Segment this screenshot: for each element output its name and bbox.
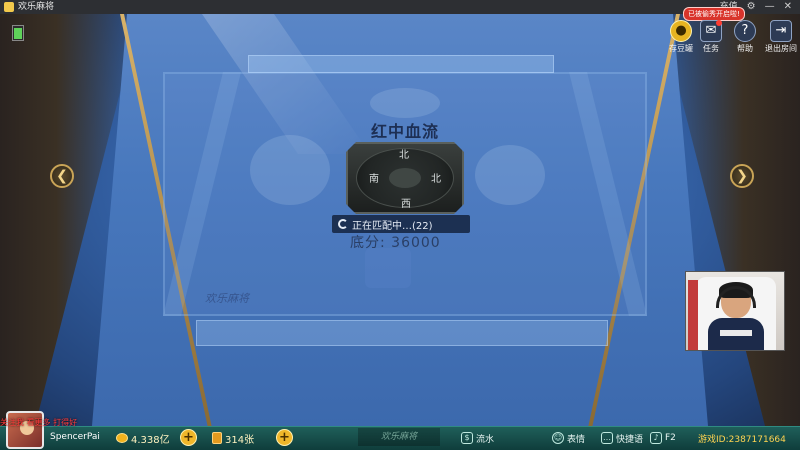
left-arrow-icon[interactable]: ❮ bbox=[50, 164, 74, 188]
emote-label: 表情 bbox=[567, 434, 586, 445]
exit-room-button[interactable]: ⇥ 退出房间 bbox=[764, 20, 798, 54]
gold-amount: 4.338亿 bbox=[131, 434, 170, 446]
notification-badge: 已被偷秀开启啦! bbox=[683, 7, 745, 21]
game-id-value: 2387171664 bbox=[728, 435, 786, 445]
gold-coin-icon bbox=[116, 433, 128, 443]
battery-level bbox=[14, 28, 22, 39]
match-status-text: 正在匹配中…(22) bbox=[352, 220, 433, 232]
settings-icon[interactable]: ⚙ bbox=[747, 0, 756, 14]
add-cards-button[interactable]: + bbox=[276, 429, 293, 446]
piggy-bank-button[interactable]: ● 存豆罐 bbox=[667, 20, 695, 54]
webcam-overlay bbox=[685, 271, 785, 351]
right-arrow-icon[interactable]: ❯ bbox=[730, 164, 754, 188]
microphone-icon: ♪ bbox=[650, 432, 662, 444]
bottom-logo: 欢乐麻将 bbox=[358, 428, 440, 446]
wind-south: 西 bbox=[401, 199, 411, 210]
wind-east: 北 bbox=[431, 174, 441, 185]
table-logo-watermark: 欢乐麻将 bbox=[205, 292, 249, 305]
help-icon: ? bbox=[734, 20, 756, 42]
loading-spinner-icon bbox=[338, 219, 348, 229]
mascot-right-watermark bbox=[475, 145, 545, 205]
card-amount: 314张 bbox=[225, 434, 255, 446]
app-icon bbox=[4, 2, 14, 12]
game-id: 游戏ID:2387171664 bbox=[698, 432, 786, 445]
minimize-icon[interactable]: — bbox=[765, 0, 775, 14]
flow-label: 流水 bbox=[476, 434, 495, 445]
flow-button[interactable]: $ 流水 bbox=[461, 430, 494, 446]
chat-bubble-icon: … bbox=[601, 432, 613, 444]
exit-icon: ⇥ bbox=[770, 20, 792, 42]
cam-chair-stripe bbox=[688, 280, 698, 350]
help-label: 帮助 bbox=[737, 44, 753, 53]
wind-north: 北 bbox=[399, 150, 409, 161]
smile-icon: ☺ bbox=[552, 432, 564, 444]
task-alert-dot bbox=[716, 20, 722, 26]
flow-icon: $ bbox=[461, 432, 473, 444]
cam-shirt-print bbox=[720, 330, 752, 336]
fa-tile-watermark bbox=[365, 248, 411, 288]
tile-wall-bottom bbox=[196, 320, 608, 346]
voice-button[interactable]: ♪ F2 bbox=[650, 430, 676, 446]
close-icon[interactable]: ✕ bbox=[784, 0, 792, 14]
player-name: SpencerPai bbox=[50, 432, 100, 442]
mascot-top-watermark bbox=[370, 88, 440, 118]
game-window: 欢乐麻将 充值 ⚙ — ✕ 红中血流 北 西 北 南 正在匹配中…(22) 底分… bbox=[0, 0, 800, 450]
quick-phrase-label: 快捷语 bbox=[616, 434, 644, 445]
voice-hotkey-label: F2 bbox=[665, 433, 676, 443]
game-mode-title: 红中血流 bbox=[370, 122, 439, 141]
piggy-bank-icon: ● bbox=[670, 20, 692, 42]
emote-button[interactable]: ☺ 表情 bbox=[552, 430, 585, 446]
compass-center bbox=[389, 168, 421, 188]
quick-phrase-button[interactable]: … 快捷语 bbox=[601, 430, 643, 446]
match-status-bar: 正在匹配中…(22) bbox=[332, 215, 470, 233]
add-gold-button[interactable]: + bbox=[180, 429, 197, 446]
tile-wall-top bbox=[248, 55, 554, 73]
base-score: 底分: 36000 bbox=[350, 235, 441, 251]
title-bar: 欢乐麻将 充值 ⚙ — ✕ bbox=[0, 0, 800, 14]
wind-west: 南 bbox=[369, 174, 379, 185]
stream-overlay-text: 关注我 看更多 打得好 bbox=[0, 418, 78, 427]
room-card-icon bbox=[212, 432, 222, 444]
card-balance: 314张 bbox=[212, 430, 254, 446]
avatar[interactable] bbox=[6, 411, 44, 449]
game-id-label: 游戏ID: bbox=[698, 435, 729, 445]
window-title: 欢乐麻将 bbox=[18, 2, 55, 12]
mascot-left-watermark bbox=[250, 135, 330, 205]
task-label: 任务 bbox=[703, 44, 719, 53]
help-button[interactable]: ? 帮助 bbox=[731, 20, 759, 54]
gold-balance: 4.338亿 bbox=[116, 430, 170, 446]
exit-room-label: 退出房间 bbox=[765, 44, 797, 53]
piggy-bank-label: 存豆罐 bbox=[669, 44, 693, 53]
